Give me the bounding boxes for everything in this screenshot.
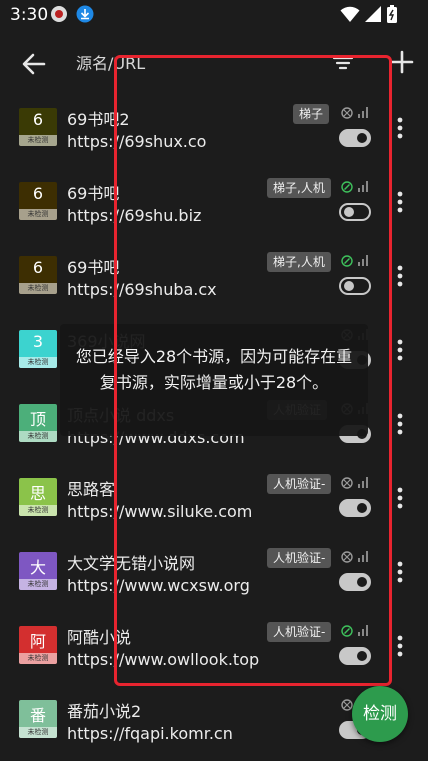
signal-bars-icon [358, 107, 368, 118]
more-options-icon[interactable] [392, 264, 408, 288]
signal-bars-icon [358, 181, 368, 192]
enable-toggle[interactable] [339, 647, 371, 665]
import-toast: 您已经导入28个书源，因为可能存在重复书源，实际增量或小于28个。 [60, 324, 368, 436]
cover-unchecked-tag: 未检测 [19, 135, 57, 146]
cover-letter: 顶 [29, 410, 46, 429]
check-ok-icon [341, 181, 353, 193]
source-group-badge: 梯子,人机 [267, 252, 331, 272]
source-cover: 阿未检测 [19, 626, 57, 664]
source-cover: 6 未检测 [19, 108, 57, 146]
unchecked-status-icon [341, 107, 353, 119]
status-bar: 3:30 [0, 0, 428, 30]
source-cover: 6 未检测 [19, 182, 57, 220]
cover-unchecked-tag: 未检测 [19, 505, 57, 516]
more-options-icon[interactable] [392, 412, 408, 436]
cover-unchecked-tag: 未检测 [19, 209, 57, 220]
cover-unchecked-tag: 未检测 [19, 357, 57, 368]
source-group-badge: 梯子 [293, 104, 330, 124]
source-name: 番茄小说2 [67, 702, 142, 721]
cover-letter: 阿 [29, 632, 46, 651]
cell-signal-icon [365, 6, 381, 22]
source-row[interactable]: 阿未检测 阿酷小说 https://www.owllook.top 人机验证- [0, 612, 428, 686]
add-source-icon[interactable] [388, 48, 416, 76]
source-cover: 3 未检测 [19, 330, 57, 368]
status-time: 3:30 [10, 5, 49, 25]
unchecked-status-icon [341, 477, 353, 489]
source-name: 69书吧2 [67, 110, 130, 129]
more-options-icon[interactable] [392, 338, 408, 362]
source-url: https://69shux.co [67, 132, 207, 151]
signal-bars-icon [358, 551, 368, 562]
cover-letter: 大 [29, 558, 46, 577]
unchecked-status-icon [341, 551, 353, 563]
source-name: 69书吧 [67, 184, 120, 203]
source-cover: 思未检测 [19, 478, 57, 516]
check-sources-button[interactable]: 检测 [352, 686, 408, 742]
source-cover: 顶未检测 [19, 404, 57, 442]
sort-filter-icon[interactable] [330, 50, 356, 76]
app-notification-icon [51, 6, 67, 22]
wifi-icon [340, 6, 360, 22]
toolbar: 源名/URL [0, 30, 428, 94]
source-row[interactable]: 思未检测 思路客 https://www.siluke.com 人机验证- [0, 464, 428, 538]
cover-unchecked-tag: 未检测 [19, 579, 57, 590]
source-name: 69书吧 [67, 258, 120, 277]
source-url: https://www.owllook.top [67, 650, 260, 669]
source-group-badge: 人机验证- [267, 548, 332, 568]
more-options-icon[interactable] [392, 560, 408, 584]
more-options-icon[interactable] [392, 190, 408, 214]
check-ok-icon [341, 625, 353, 637]
source-group-badge: 人机验证- [267, 622, 332, 642]
source-name: 阿酷小说 [67, 628, 132, 647]
source-url: https://www.wcxsw.org [67, 576, 250, 595]
cover-letter: 思 [29, 484, 46, 503]
cover-letter: 6 [32, 184, 44, 203]
cover-unchecked-tag: 未检测 [19, 727, 57, 738]
cover-letter: 番 [29, 706, 46, 725]
source-url: https://fqapi.komr.cn [67, 724, 233, 743]
cover-unchecked-tag: 未检测 [19, 431, 57, 442]
more-options-icon[interactable] [392, 116, 408, 140]
cover-letter: 6 [32, 258, 44, 277]
enable-toggle[interactable] [339, 203, 371, 221]
source-row[interactable]: 6 未检测 69书吧 https://69shuba.cx 梯子,人机 [0, 242, 428, 316]
search-input[interactable]: 源名/URL [76, 50, 145, 74]
more-options-icon[interactable] [392, 486, 408, 510]
back-arrow-icon[interactable] [18, 48, 50, 80]
enable-toggle[interactable] [339, 129, 371, 147]
source-group-badge: 梯子,人机 [267, 178, 331, 198]
source-row[interactable]: 6 未检测 69书吧 https://69shu.biz 梯子,人机 [0, 168, 428, 242]
source-row[interactable]: 大未检测 大文学无错小说网 https://www.wcxsw.org 人机验证- [0, 538, 428, 612]
signal-bars-icon [358, 625, 368, 636]
source-url: https://69shu.biz [67, 206, 202, 225]
source-row[interactable]: 6 未检测 69书吧2 https://69shux.co 梯子 [0, 94, 428, 168]
cover-unchecked-tag: 未检测 [19, 653, 57, 664]
source-name: 大文学无错小说网 [67, 554, 196, 573]
signal-bars-icon [358, 477, 368, 488]
cover-letter: 3 [32, 332, 44, 351]
cover-unchecked-tag: 未检测 [19, 283, 57, 294]
enable-toggle[interactable] [339, 499, 371, 517]
source-url: https://www.siluke.com [67, 502, 253, 521]
battery-icon [387, 5, 397, 23]
signal-bars-icon [358, 255, 368, 266]
enable-toggle[interactable] [339, 277, 371, 295]
unchecked-status-icon [341, 699, 353, 711]
enable-toggle[interactable] [339, 573, 371, 591]
source-group-badge: 人机验证- [267, 474, 332, 494]
source-cover: 6 未检测 [19, 256, 57, 294]
check-ok-icon [341, 255, 353, 267]
download-icon [76, 5, 94, 23]
source-cover: 大未检测 [19, 552, 57, 590]
source-url: https://69shuba.cx [67, 280, 217, 299]
source-cover: 番未检测 [19, 700, 57, 738]
more-options-icon[interactable] [392, 634, 408, 658]
cover-letter: 6 [32, 110, 44, 129]
source-name: 思路客 [67, 480, 116, 499]
toast-message: 您已经导入28个书源，因为可能存在重复书源，实际增量或小于28个。 [75, 347, 353, 392]
